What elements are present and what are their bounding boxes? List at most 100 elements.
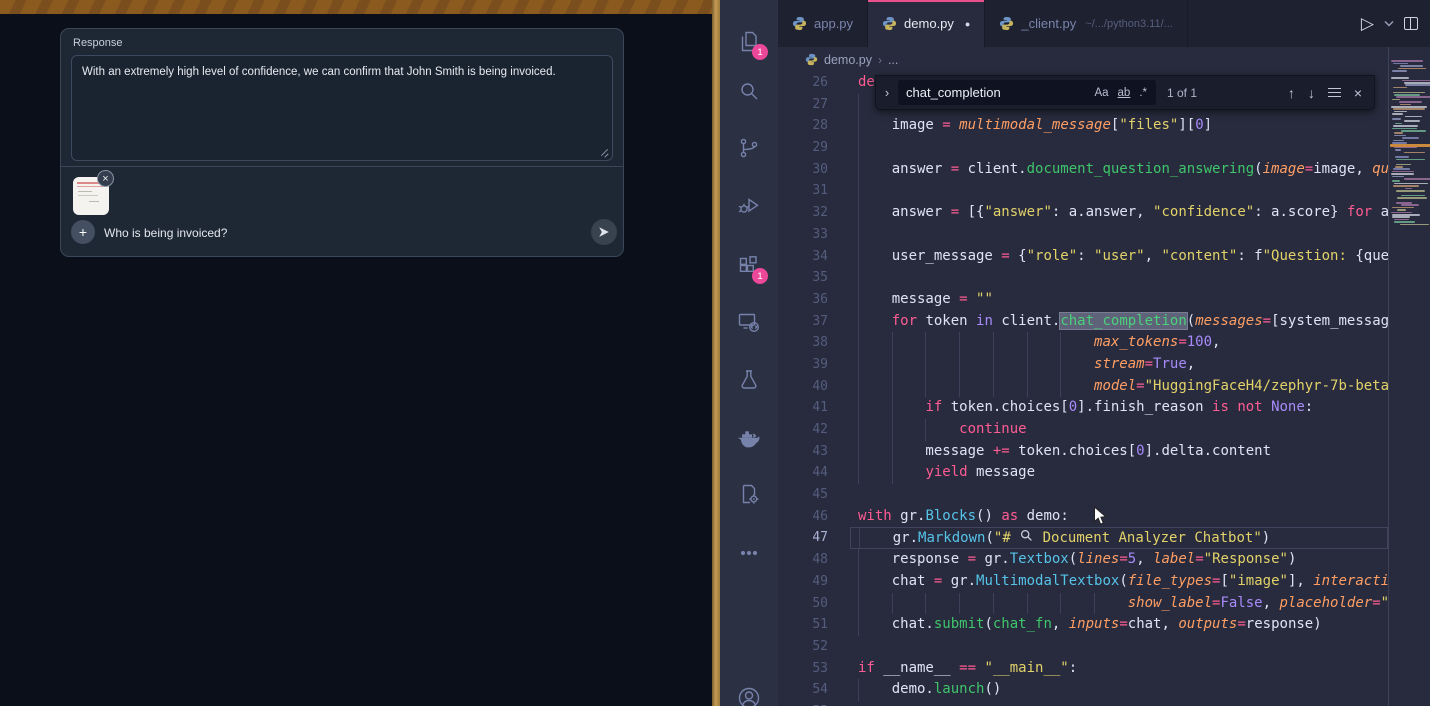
tab-demo-py[interactable]: demo.py ● [868,0,985,47]
line-number: 44 [778,462,850,484]
minimap-line [1394,94,1420,96]
indent-guide [858,137,859,159]
minimap-line [1394,221,1415,223]
gradio-card: Response With an extremely high level of… [60,28,624,257]
tab-client-py[interactable]: _client.py ~/.../python3.11/... [985,0,1187,47]
minimap-line [1393,168,1410,170]
minimap-line [1401,195,1425,197]
testing-icon[interactable] [737,368,761,392]
whole-word-toggle[interactable]: ab [1118,87,1131,99]
code-line: yield message [850,462,1388,484]
line-number: 40 [778,376,850,398]
breadcrumb-more[interactable]: ... [888,53,898,67]
find-previous-button[interactable]: ↑ [1288,86,1295,100]
more-icon[interactable] [737,541,761,565]
code-line: for token in client.chat_completion(mess… [850,311,1388,333]
run-debug-icon[interactable] [737,194,761,218]
code-line: demo.launch() [850,679,1388,701]
remote-explorer-icon[interactable] [737,310,761,334]
line-number: 38 [778,332,850,354]
tab-label: _client.py [1021,16,1076,31]
line-number: 29 [778,137,850,159]
find-input-wrap: Aa ab .* [898,80,1156,105]
find-close-button[interactable]: × [1354,86,1362,100]
send-icon [597,225,611,239]
chat-message-text[interactable]: Who is being invoiced? [104,226,227,240]
account-icon[interactable] [737,686,761,706]
line-number: 33 [778,224,850,246]
line-number: 46 [778,506,850,528]
tab-app-py[interactable]: app.py [778,0,868,47]
minimap-line [1404,152,1425,154]
code-line [850,267,1388,289]
minimap-line [1396,159,1425,161]
resize-handle[interactable] [600,148,609,157]
send-button[interactable] [591,219,617,245]
line-number: 48 [778,549,850,571]
line-number: 53 [778,658,850,680]
code-line: answer = client.document_question_answer… [850,159,1388,181]
split-editor-button[interactable] [1404,17,1418,30]
find-expand-chevron-icon[interactable]: › [876,85,898,100]
minimap-line [1391,77,1409,79]
run-dropdown-chevron-icon[interactable] [1384,20,1394,27]
minimap-line [1391,60,1423,62]
minimap-line [1392,216,1410,218]
code-line: gr.Markdown("# Document Analyzer Chatbot… [850,527,1388,549]
regex-toggle[interactable]: .* [1139,87,1147,99]
line-number: 49 [778,571,850,593]
vscode-window: 1 1 [720,0,1430,706]
source-control-icon[interactable] [737,136,761,160]
minimap-line [1404,178,1430,180]
line-number: 36 [778,289,850,311]
minimap-line [1392,176,1404,178]
minimap-content [1390,58,1430,698]
tab-hidden-sliver[interactable] [1188,0,1216,47]
explorer-icon[interactable]: 1 [737,30,761,54]
search-icon[interactable] [737,79,761,103]
minimap-line [1393,140,1404,142]
line-number: 26 [778,72,850,94]
modified-dot-icon[interactable]: ● [965,19,970,29]
minimap[interactable] [1388,47,1430,706]
code-line: show_label=False, placeholder="Upload an… [850,593,1388,615]
minimap-line [1392,118,1401,120]
find-input[interactable] [898,85,1094,100]
indent-guide [858,267,859,289]
response-label: Response [73,37,123,49]
extensions-icon[interactable]: 1 [737,254,761,278]
minimap-line [1393,108,1425,110]
plus-icon: + [79,224,87,240]
remove-file-button[interactable]: × [97,170,114,187]
find-widget: › Aa ab .* 1 of 1 ↑ ↓ × [875,75,1375,110]
breadcrumb[interactable]: demo.py › ... [778,47,1388,72]
run-button[interactable]: ▷ [1361,15,1374,32]
find-next-button[interactable]: ↓ [1308,86,1315,100]
breadcrumb-file[interactable]: demo.py [824,53,872,67]
minimap-line [1392,70,1407,72]
response-textarea[interactable]: With an extremely high level of confiden… [71,55,613,161]
python-icon [999,16,1014,31]
line-number: 55 [778,701,850,706]
editor-actions: ▷ [1361,0,1430,47]
minimap-line [1394,219,1408,221]
minimap-line [1405,84,1430,86]
minimap-line [1394,132,1404,134]
minimap-line [1392,128,1418,130]
find-in-selection-button[interactable] [1328,85,1341,100]
minimap-line [1391,106,1426,108]
api-tools-icon[interactable] [737,482,761,506]
match-case-toggle[interactable]: Aa [1094,87,1108,99]
add-file-button[interactable]: + [71,220,95,244]
code-lines[interactable]: def chat_fn(multimodal_message): image =… [850,72,1388,706]
line-number: 47 [778,527,850,549]
screenshot-root: { "left_app": { "response_label": "Respo… [0,0,1430,706]
code-line: if token.choices[0].finish_reason is not… [850,397,1388,419]
docker-icon[interactable] [737,426,761,450]
minimap-line [1392,207,1414,209]
response-text: With an extremely high level of confiden… [82,66,556,78]
code-line [850,224,1388,246]
tab-path-detail: ~/.../python3.11/... [1085,18,1173,30]
code-line: model="HuggingFaceH4/zephyr-7b-beta"): [850,376,1388,398]
magnifier-emoji-icon [1019,530,1034,542]
